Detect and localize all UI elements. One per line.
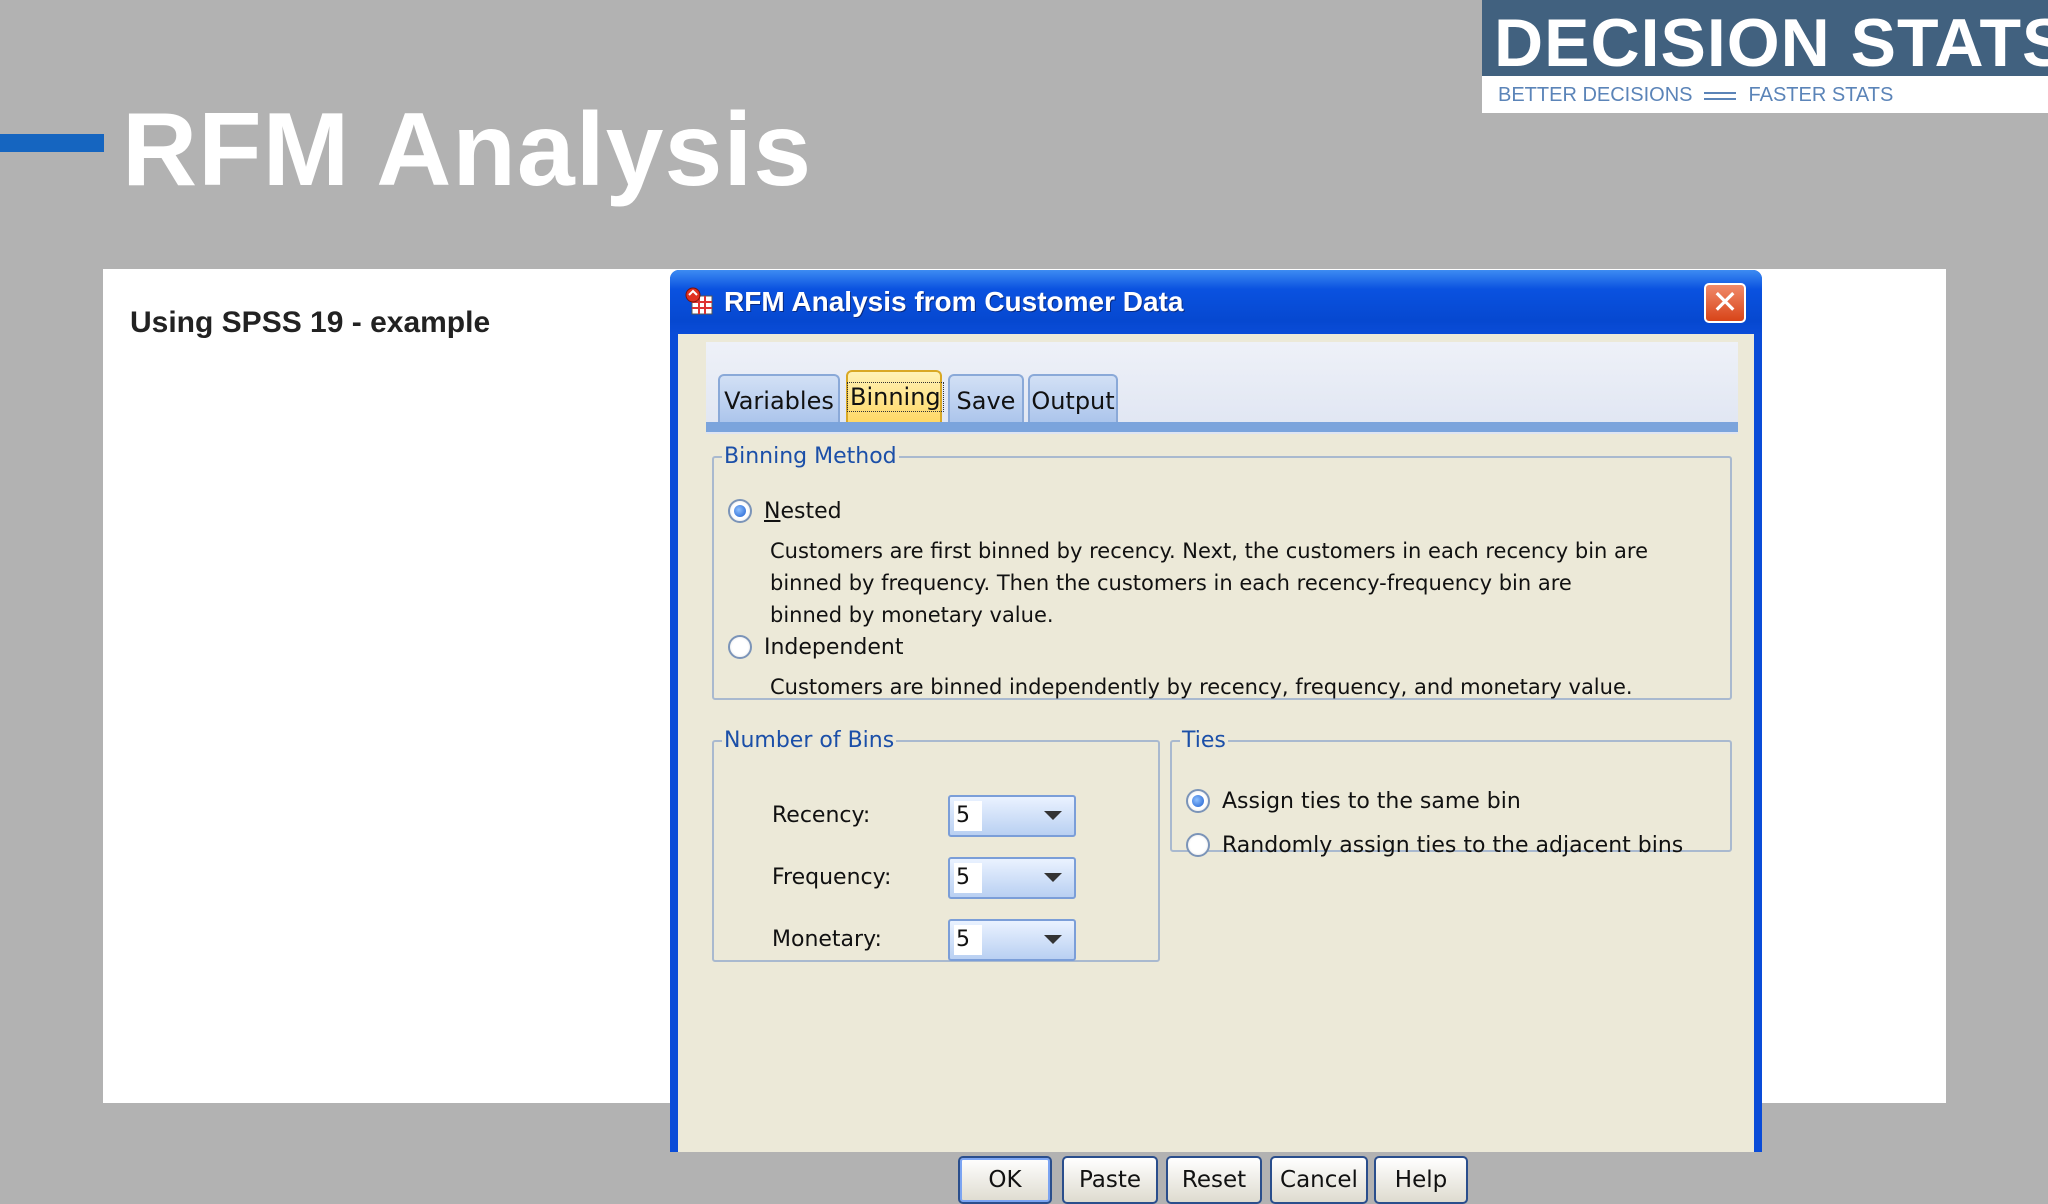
ties-random-radio[interactable] — [1186, 833, 1210, 857]
recency-value: 5 — [954, 801, 982, 831]
tab-output[interactable]: Output — [1028, 374, 1118, 426]
tab-variables-label: Variables — [724, 387, 834, 415]
nested-label[interactable]: Nested — [764, 499, 842, 524]
nested-description: Customers are first binned by recency. N… — [770, 539, 1648, 627]
ties-same-bin-radio[interactable] — [1186, 789, 1210, 813]
recency-label: Recency: — [772, 803, 871, 828]
dialog-title: RFM Analysis from Customer Data — [724, 286, 1184, 317]
independent-description: Customers are binned independently by re… — [770, 675, 1633, 699]
binning-method-group: Binning Method Nested Customers are firs… — [712, 444, 1732, 700]
ties-same-bin-label[interactable]: Assign ties to the same bin — [1222, 789, 1521, 814]
binning-method-legend: Binning Method — [724, 444, 897, 469]
nested-radio[interactable] — [728, 499, 752, 523]
logo-separator — [1704, 91, 1737, 100]
dialog-client-area: Variables Binning Save Output Binning Me… — [678, 334, 1754, 1204]
independent-label[interactable]: Independent — [764, 635, 903, 660]
monetary-value: 5 — [954, 925, 982, 955]
cancel-button[interactable]: Cancel — [1270, 1156, 1368, 1204]
ties-random-label[interactable]: Randomly assign ties to the adjacent bin… — [1222, 833, 1683, 858]
slide-title: RFM Analysis — [122, 92, 813, 208]
chevron-down-icon — [1044, 811, 1062, 820]
tab-output-label: Output — [1031, 387, 1115, 415]
ties-group: Ties Assign ties to the same bin Randoml… — [1170, 728, 1732, 858]
slide-subtitle: Using SPSS 19 - example — [130, 306, 491, 339]
ties-legend: Ties — [1182, 728, 1226, 753]
tab-underline — [706, 422, 1738, 432]
recency-select[interactable]: 5 — [948, 795, 1076, 837]
ok-button[interactable]: OK — [958, 1156, 1052, 1204]
number-of-bins-group: Number of Bins Recency: 5 Frequency: 5 M… — [712, 728, 1160, 962]
title-accent-bar — [0, 134, 104, 152]
logo-main-text: DECISION STATS — [1494, 5, 2048, 81]
monetary-label: Monetary: — [772, 927, 882, 952]
help-button[interactable]: Help — [1374, 1156, 1468, 1204]
tab-save-label: Save — [956, 387, 1016, 415]
frequency-select[interactable]: 5 — [948, 857, 1076, 899]
independent-radio[interactable] — [728, 635, 752, 659]
nested-label-rest: ested — [780, 499, 842, 524]
decision-stats-logo: DECISION STATS BETTER DECISIONS FASTER S… — [1482, 0, 2048, 113]
frequency-label: Frequency: — [772, 865, 892, 890]
reset-button[interactable]: Reset — [1166, 1156, 1262, 1204]
logo-banner: DECISION STATS — [1482, 0, 2048, 81]
tab-strip: Variables Binning Save Output — [706, 342, 1738, 434]
logo-tag-left: BETTER DECISIONS — [1498, 84, 1693, 106]
tab-save[interactable]: Save — [948, 374, 1024, 426]
chevron-down-icon — [1044, 873, 1062, 882]
paste-button[interactable]: Paste — [1062, 1156, 1158, 1204]
logo-tagline: BETTER DECISIONS FASTER STATS — [1498, 84, 1893, 107]
close-button[interactable]: ✕ — [1704, 283, 1746, 323]
rfm-dialog: RFM Analysis from Customer Data ✕ Variab… — [670, 270, 1762, 1204]
tab-variables[interactable]: Variables — [718, 374, 840, 426]
logo-tag-right: FASTER STATS — [1748, 84, 1894, 106]
frequency-value: 5 — [954, 863, 982, 893]
monetary-select[interactable]: 5 — [948, 919, 1076, 961]
tab-binning-label: Binning — [847, 382, 944, 412]
number-of-bins-legend: Number of Bins — [724, 728, 895, 753]
close-icon: ✕ — [1711, 283, 1739, 321]
tab-binning[interactable]: Binning — [846, 370, 944, 430]
spss-app-icon — [685, 287, 713, 315]
chevron-down-icon — [1044, 935, 1062, 944]
dialog-titlebar[interactable]: RFM Analysis from Customer Data ✕ — [670, 270, 1762, 334]
